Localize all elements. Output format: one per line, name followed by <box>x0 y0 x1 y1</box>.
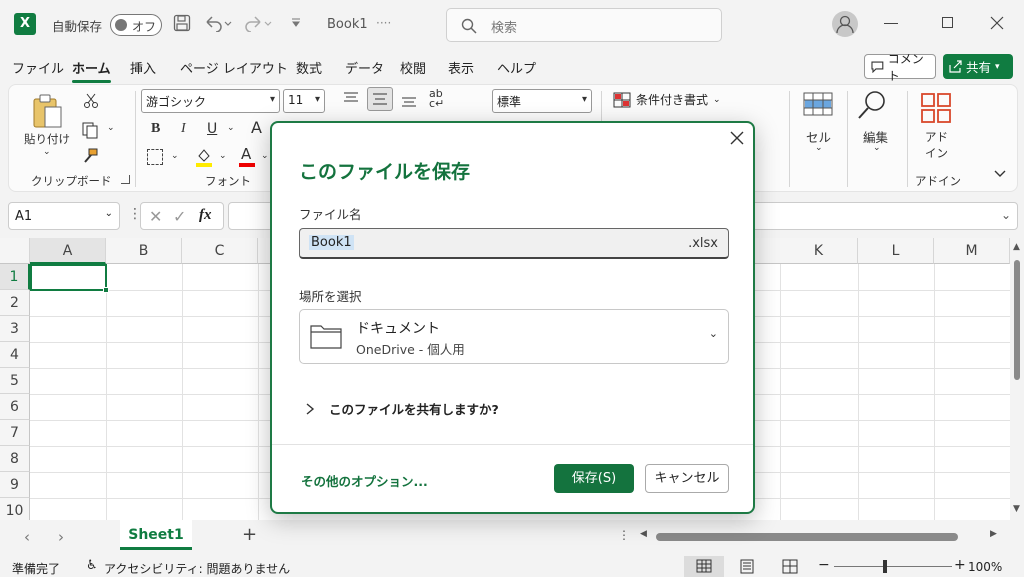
close-icon[interactable] <box>730 131 744 145</box>
chevron-right-icon <box>306 402 315 415</box>
location-select[interactable]: ドキュメント OneDrive - 個人用 ⌄ <box>299 309 729 364</box>
share-prompt: このファイルを共有しますか? <box>329 402 499 417</box>
chevron-down-icon: ⌄ <box>708 327 718 340</box>
cancel-button[interactable]: キャンセル <box>645 464 729 493</box>
dialog-title: このファイルを保存 <box>299 161 471 183</box>
filename-input[interactable]: Book1 .xlsx <box>299 228 729 259</box>
location-name: ドキュメント <box>356 321 440 337</box>
filename-value[interactable]: Book1 <box>309 235 354 250</box>
file-extension: .xlsx <box>688 236 718 251</box>
save-dialog: このファイルを保存 ファイル名 Book1 .xlsx 場所を選択 ドキュメント… <box>270 121 755 514</box>
dialog-divider <box>272 444 753 445</box>
share-expander[interactable]: このファイルを共有しますか? <box>305 399 499 418</box>
filename-label: ファイル名 <box>299 207 362 222</box>
save-button[interactable]: 保存(S) <box>554 464 634 493</box>
location-label: 場所を選択 <box>299 289 362 304</box>
location-sub: OneDrive - 個人用 <box>356 342 465 357</box>
more-options-link[interactable]: その他のオプション... <box>301 471 428 490</box>
folder-icon <box>310 323 342 349</box>
